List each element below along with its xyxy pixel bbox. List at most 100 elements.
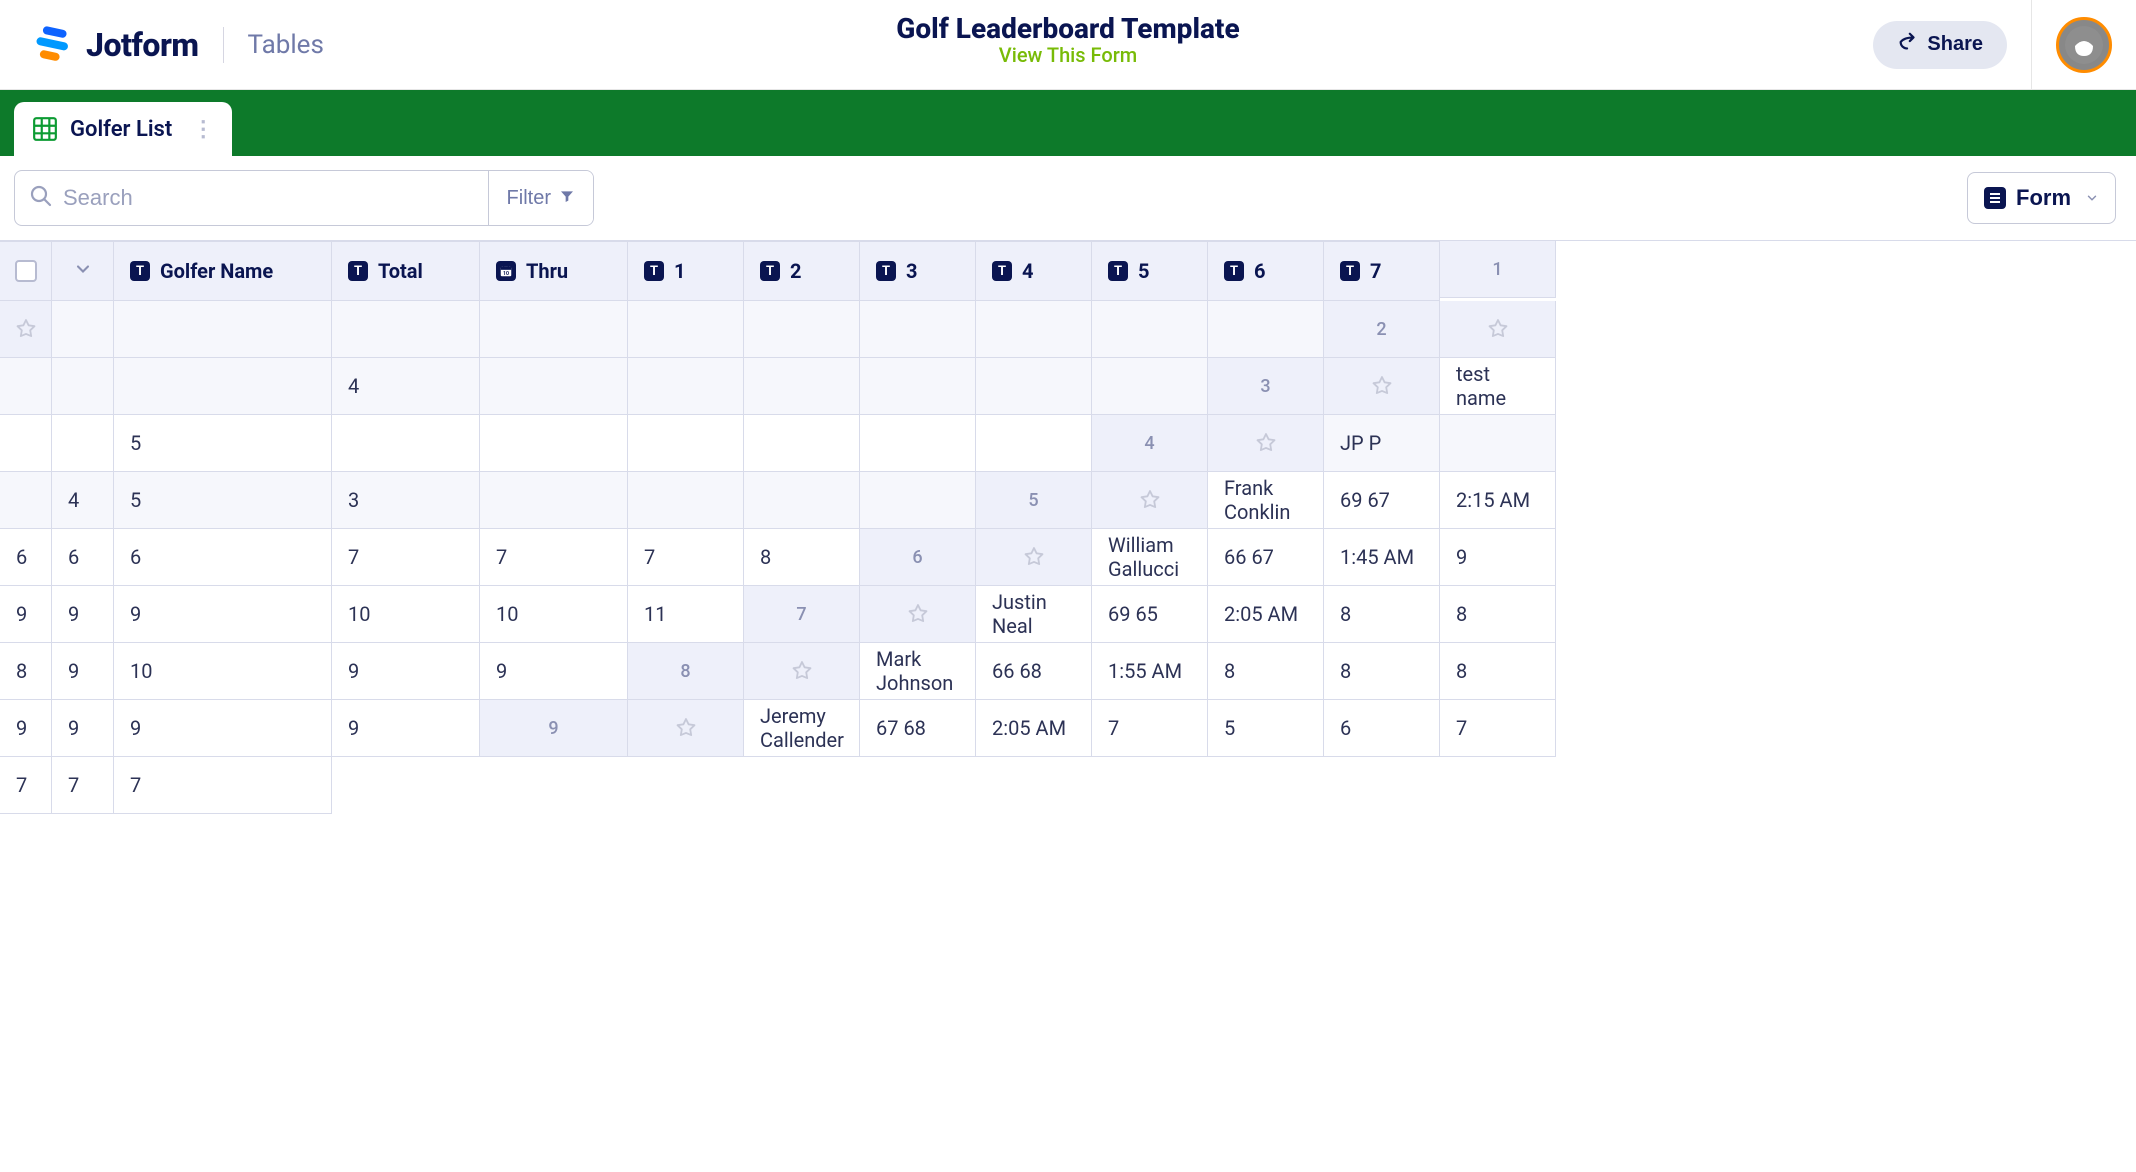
cell-golfer-name[interactable]: Justin Neal (976, 586, 1092, 643)
cell-total[interactable]: 69 67 (1324, 472, 1440, 529)
column-header[interactable]: T2 (744, 241, 860, 301)
row-star[interactable] (744, 643, 860, 700)
cell-total[interactable]: 66 68 (976, 643, 1092, 700)
row-number[interactable]: 5 (976, 472, 1092, 529)
cell-hole[interactable]: 8 (1440, 586, 1556, 643)
cell-hole[interactable]: 5 (1208, 700, 1324, 757)
cell-hole[interactable] (744, 358, 860, 415)
cell-hole[interactable]: 9 (0, 586, 52, 643)
view-form-link[interactable]: View This Form (999, 43, 1137, 67)
cell-total[interactable]: 66 67 (1208, 529, 1324, 586)
row-star[interactable] (976, 529, 1092, 586)
row-number[interactable]: 1 (1440, 241, 1556, 298)
product-name[interactable]: Tables (248, 30, 324, 60)
row-number[interactable]: 3 (1208, 358, 1324, 415)
row-star[interactable] (1440, 301, 1556, 358)
avatar[interactable] (2056, 17, 2112, 73)
column-header[interactable]: T5 (1092, 241, 1208, 301)
cell-hole[interactable]: 4 (52, 472, 114, 529)
cell-hole[interactable] (1092, 358, 1208, 415)
cell-thru[interactable] (114, 358, 332, 415)
row-number[interactable]: 6 (860, 529, 976, 586)
cell-hole[interactable]: 8 (1324, 643, 1440, 700)
share-button[interactable]: Share (1873, 21, 2007, 69)
row-star[interactable] (1208, 415, 1324, 472)
form-view-button[interactable]: Form (1967, 172, 2116, 224)
cell-hole[interactable] (744, 301, 860, 358)
cell-hole[interactable] (628, 358, 744, 415)
column-header[interactable]: 10Thru (480, 241, 628, 301)
cell-thru[interactable]: 2:05 AM (1208, 586, 1324, 643)
cell-hole[interactable] (976, 301, 1092, 358)
cell-golfer-name[interactable] (0, 358, 52, 415)
cell-hole[interactable]: 7 (114, 757, 332, 814)
cell-total[interactable] (0, 415, 52, 472)
cell-hole[interactable]: 10 (480, 586, 628, 643)
cell-golfer-name[interactable]: JP P (1324, 415, 1440, 472)
cell-hole[interactable]: 7 (1440, 700, 1556, 757)
tab-golfer-list[interactable]: Golfer List ⋮ (14, 102, 232, 156)
column-header[interactable]: TGolfer Name (114, 241, 332, 301)
row-star[interactable] (860, 586, 976, 643)
cell-hole[interactable] (1092, 301, 1208, 358)
cell-thru[interactable]: 2:05 AM (976, 700, 1092, 757)
cell-hole[interactable]: 8 (744, 529, 860, 586)
cell-hole[interactable]: 7 (480, 529, 628, 586)
row-number[interactable]: 4 (1092, 415, 1208, 472)
cell-hole[interactable]: 9 (332, 700, 480, 757)
row-number[interactable]: 9 (480, 700, 628, 757)
cell-hole[interactable]: 3 (332, 472, 480, 529)
cell-thru[interactable] (52, 415, 114, 472)
cell-total[interactable] (52, 358, 114, 415)
cell-hole[interactable]: 4 (332, 358, 480, 415)
cell-hole[interactable] (744, 415, 860, 472)
cell-hole[interactable]: 9 (114, 586, 332, 643)
cell-hole[interactable]: 9 (0, 700, 52, 757)
cell-hole[interactable]: 5 (114, 415, 332, 472)
cell-hole[interactable] (480, 358, 628, 415)
cell-hole[interactable] (480, 415, 628, 472)
expand-all-header[interactable] (52, 241, 114, 301)
cell-hole[interactable]: 9 (114, 700, 332, 757)
cell-hole[interactable]: 9 (1440, 529, 1556, 586)
cell-hole[interactable]: 9 (52, 643, 114, 700)
column-header[interactable]: T1 (628, 241, 744, 301)
cell-hole[interactable]: 8 (0, 643, 52, 700)
cell-hole[interactable]: 10 (114, 643, 332, 700)
row-star[interactable] (1092, 472, 1208, 529)
select-all-header[interactable] (0, 241, 52, 301)
cell-thru[interactable]: 1:45 AM (1324, 529, 1440, 586)
cell-golfer-name[interactable]: Frank Conklin (1208, 472, 1324, 529)
column-header[interactable]: T7 (1324, 241, 1440, 301)
cell-total[interactable] (114, 301, 332, 358)
cell-hole[interactable]: 7 (1092, 700, 1208, 757)
cell-hole[interactable]: 8 (1324, 586, 1440, 643)
cell-hole[interactable] (976, 358, 1092, 415)
column-header[interactable]: T6 (1208, 241, 1324, 301)
cell-hole[interactable]: 9 (332, 643, 480, 700)
cell-hole[interactable]: 6 (0, 529, 52, 586)
cell-golfer-name[interactable]: Jeremy Callender (744, 700, 860, 757)
cell-hole[interactable]: 8 (1208, 643, 1324, 700)
row-number[interactable]: 8 (628, 643, 744, 700)
cell-hole[interactable]: 11 (628, 586, 744, 643)
cell-hole[interactable] (628, 472, 744, 529)
cell-thru[interactable]: 1:55 AM (1092, 643, 1208, 700)
cell-thru[interactable] (0, 472, 52, 529)
row-star[interactable] (628, 700, 744, 757)
column-header[interactable]: T4 (976, 241, 1092, 301)
cell-hole[interactable]: 6 (114, 529, 332, 586)
checkbox-icon[interactable] (15, 260, 37, 282)
row-number[interactable]: 7 (744, 586, 860, 643)
cell-golfer-name[interactable]: William Gallucci (1092, 529, 1208, 586)
cell-total[interactable]: 67 68 (860, 700, 976, 757)
row-star[interactable] (0, 301, 52, 358)
cell-hole[interactable] (860, 415, 976, 472)
cell-hole[interactable] (860, 301, 976, 358)
cell-hole[interactable] (628, 301, 744, 358)
row-star[interactable] (1324, 358, 1440, 415)
cell-hole[interactable] (480, 472, 628, 529)
cell-hole[interactable] (860, 358, 976, 415)
cell-total[interactable]: 69 65 (1092, 586, 1208, 643)
cell-hole[interactable]: 9 (480, 643, 628, 700)
